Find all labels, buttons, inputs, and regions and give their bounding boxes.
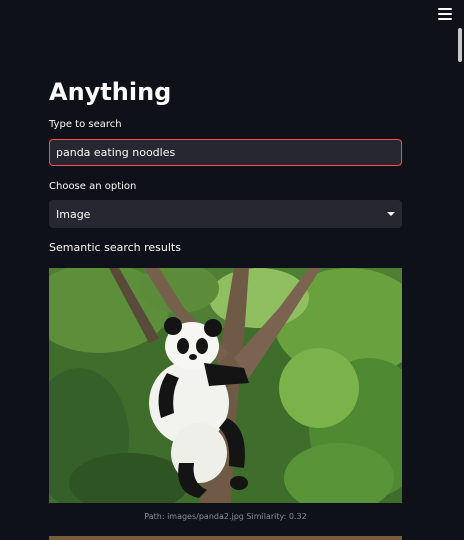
- option-select-value: Image: [56, 207, 91, 221]
- chevron-down-icon: [387, 212, 395, 216]
- option-label: Choose an option: [49, 181, 137, 192]
- option-select[interactable]: Image: [49, 200, 402, 228]
- search-label: Type to search: [49, 119, 122, 130]
- next-result-image: [49, 536, 402, 540]
- panda-in-tree-image: [49, 268, 402, 503]
- scrollbar[interactable]: [457, 24, 462, 540]
- result-image: [49, 268, 402, 503]
- app-root: Anything Type to search Choose an option…: [0, 0, 464, 540]
- menu-line: [438, 18, 452, 20]
- menu-line: [438, 13, 452, 15]
- search-input[interactable]: [49, 139, 402, 166]
- menu-line: [438, 8, 452, 10]
- hamburger-menu-icon[interactable]: [438, 8, 452, 20]
- scrollbar-thumb[interactable]: [458, 28, 462, 62]
- page-title: Anything: [49, 78, 172, 106]
- results-heading: Semantic search results: [49, 241, 181, 254]
- result-caption: Path: images/panda2.jpg Similarity: 0.32: [144, 512, 307, 521]
